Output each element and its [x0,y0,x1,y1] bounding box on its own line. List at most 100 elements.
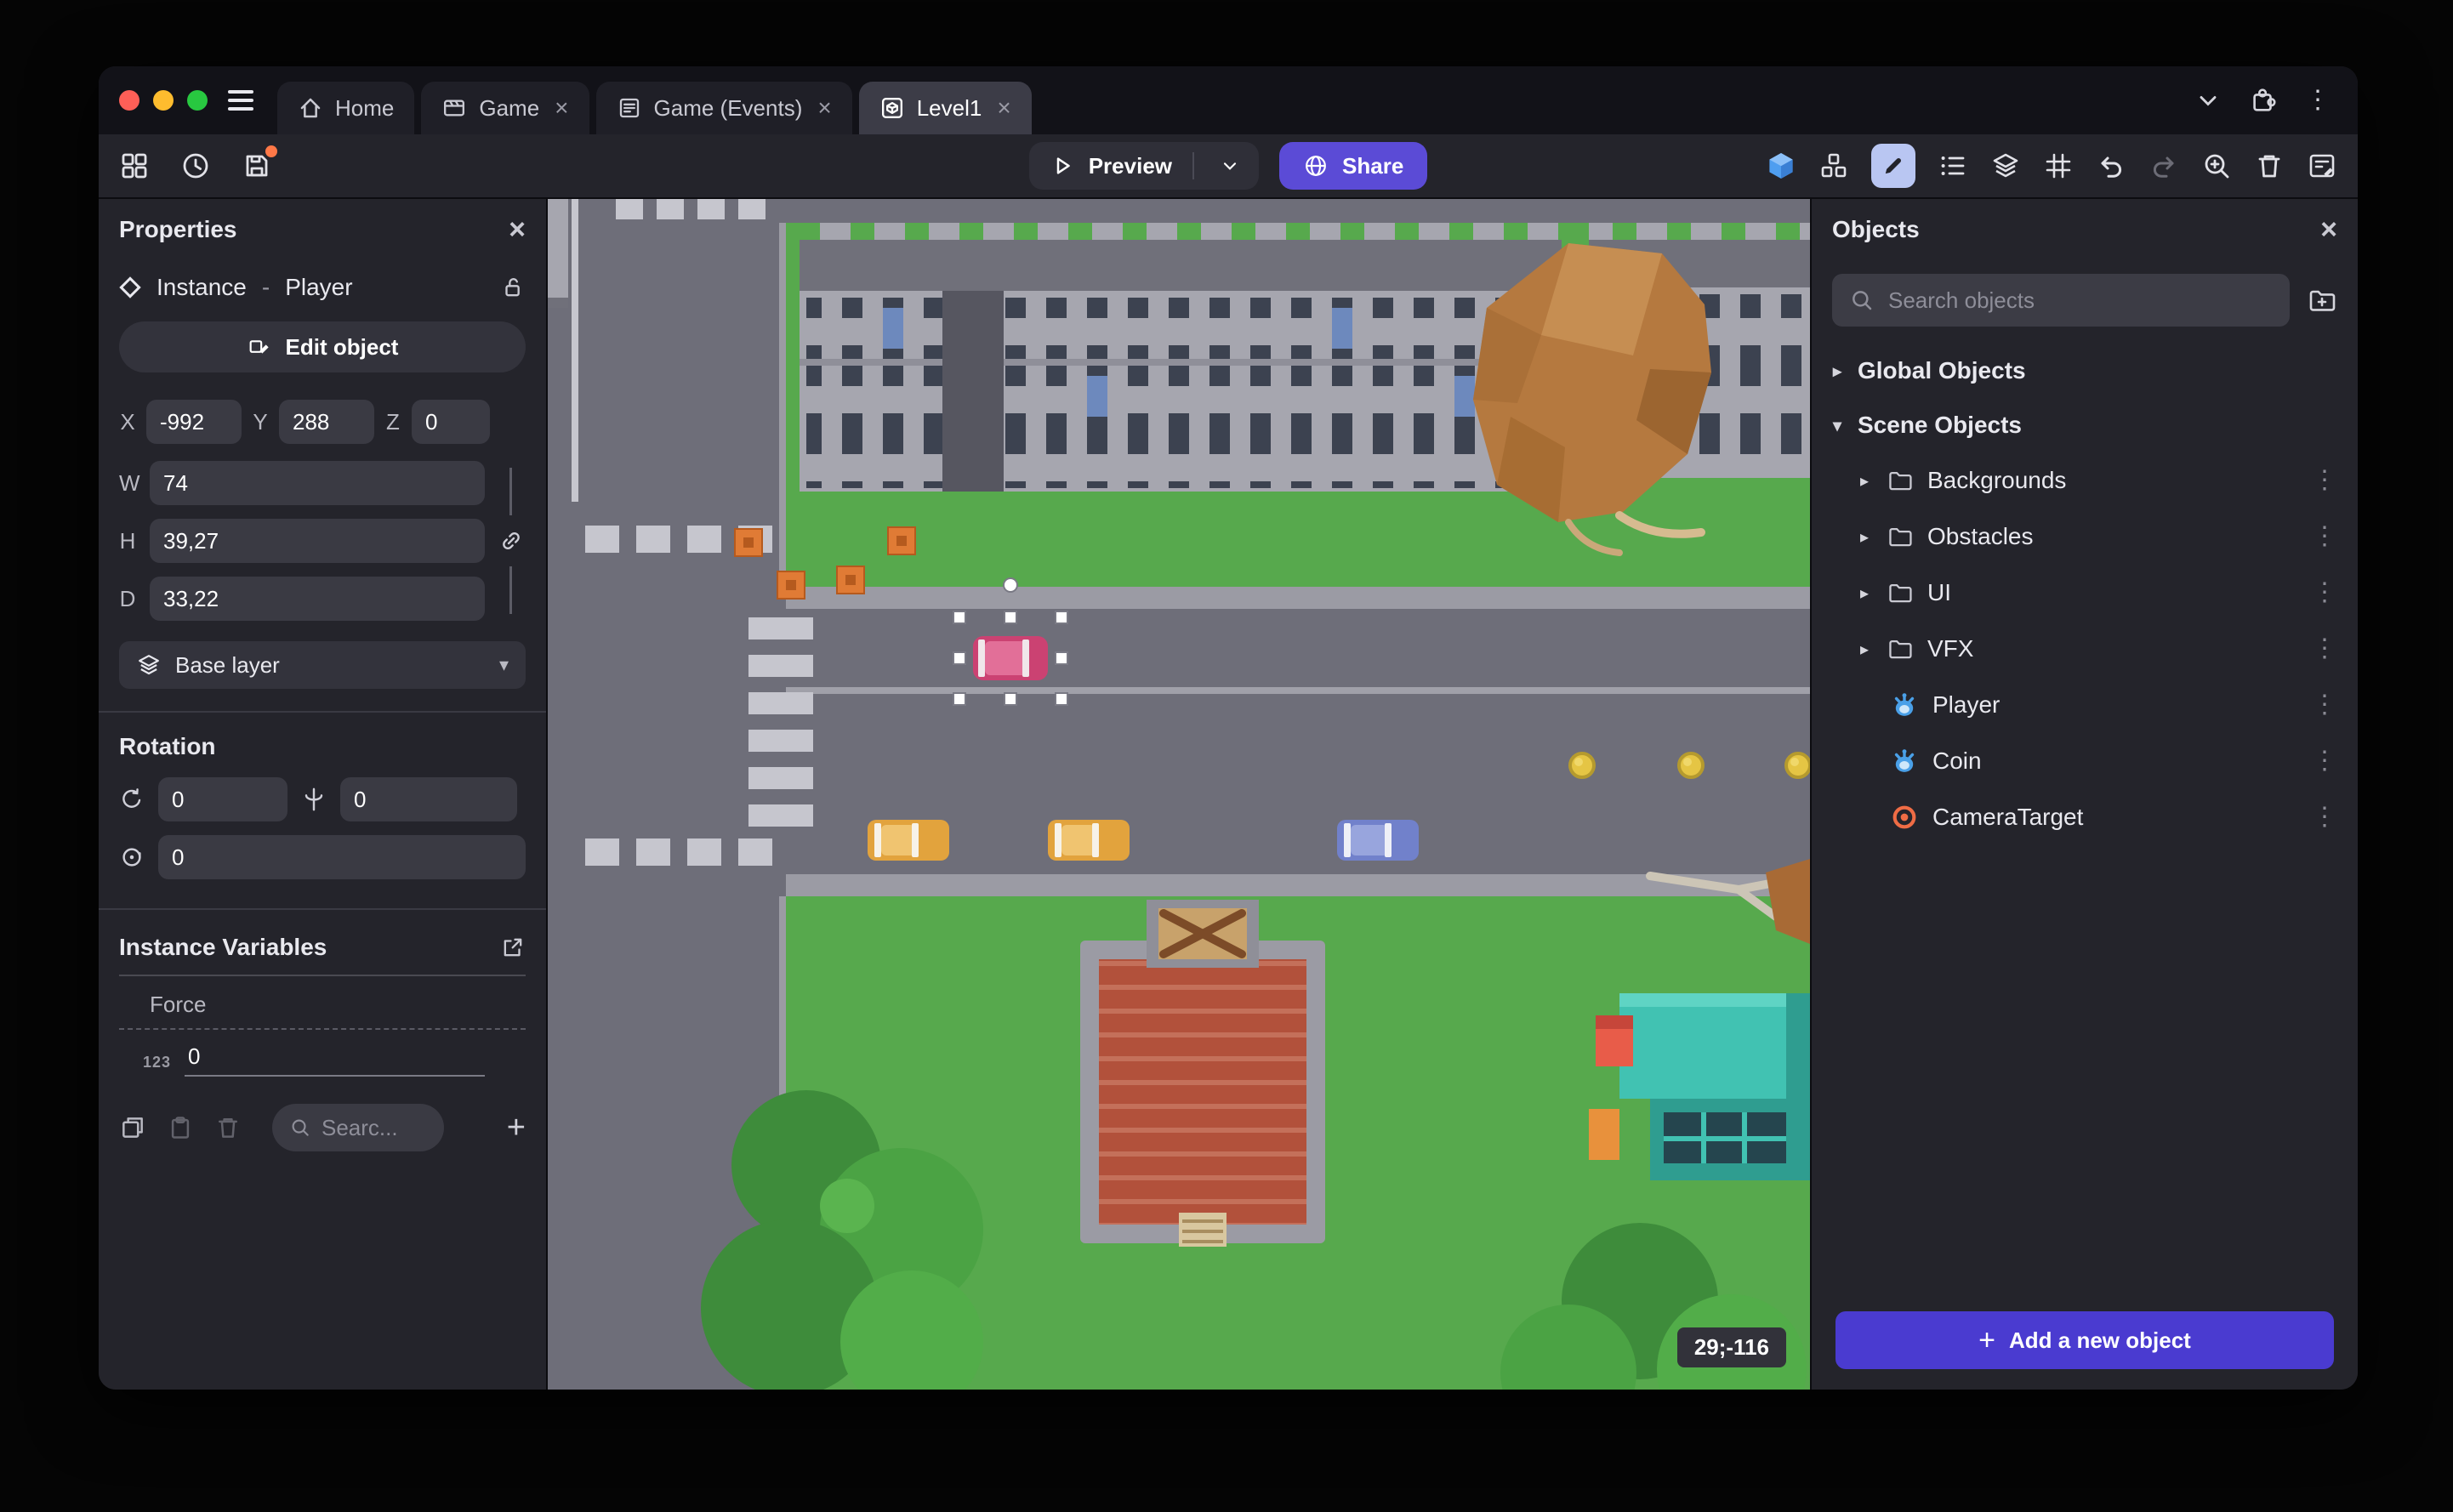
global-objects-group[interactable]: ▸ Global Objects [1812,344,2358,398]
rotation-y-input[interactable] [340,777,517,821]
instances-list-icon[interactable] [1818,151,1849,181]
variables-search-input[interactable] [322,1114,427,1141]
edit-object-label: Edit object [285,333,399,360]
scene-objects-label: Scene Objects [1858,412,2022,438]
global-objects-label: Global Objects [1858,357,2026,384]
preview-button[interactable]: Preview [1028,142,1260,190]
tab-close-button[interactable]: × [997,96,1010,120]
sprite-object-icon [1890,691,1919,719]
share-button[interactable]: Share [1279,142,1428,190]
close-window-button[interactable] [119,90,139,111]
window-chevron-down-icon[interactable] [2194,87,2222,114]
rotation-x-icon [119,787,145,812]
add-folder-button[interactable] [2307,285,2337,315]
rotation-z-input[interactable] [158,835,526,879]
close-properties-button[interactable]: × [509,215,526,244]
preview-options-button[interactable] [1208,156,1252,176]
y-input[interactable] [279,400,374,444]
save-button[interactable] [242,145,277,181]
layer-select[interactable]: Base layer ▾ [119,641,526,689]
desktop-background: Home Game × Game (Events) × Level1 × ⋮ P… [0,0,2453,1512]
height-input[interactable] [150,519,485,563]
folder-row-backgrounds[interactable]: ▸ Backgrounds ⋮ [1812,452,2358,509]
history-icon[interactable] [180,151,211,181]
row-menu-button[interactable]: ⋮ [2312,580,2337,605]
edit-object-button[interactable]: Edit object [119,321,526,372]
z-input[interactable] [412,400,490,444]
folder-row-vfx[interactable]: ▸ VFX ⋮ [1812,621,2358,677]
row-menu-button[interactable]: ⋮ [2312,468,2337,493]
scene-editor-canvas[interactable]: 29;-116 [548,199,1810,1390]
objects-search[interactable] [1832,274,2290,327]
player-car-instance[interactable] [973,636,1048,680]
variable-name[interactable]: Force [119,976,526,1030]
layers-small-icon [136,652,162,678]
row-menu-button[interactable]: ⋮ [2312,692,2337,718]
object-row-cameratarget[interactable]: CameraTarget ⋮ [1812,789,2358,845]
variables-search[interactable] [272,1104,444,1151]
chevron-down-icon: ▾ [1832,416,1842,435]
row-menu-button[interactable]: ⋮ [2312,804,2337,830]
add-new-object-button[interactable]: + Add a new object [1835,1311,2334,1369]
tab-home[interactable]: Home [277,82,415,134]
close-objects-button[interactable]: × [2320,215,2337,244]
width-input[interactable] [150,461,485,505]
tab-game[interactable]: Game × [421,82,589,134]
tab-game-events[interactable]: Game (Events) × [595,82,852,134]
grid-icon[interactable] [2043,151,2074,181]
fullscreen-window-button[interactable] [187,90,208,111]
depth-input[interactable] [150,577,485,621]
delete-icon[interactable] [2254,151,2285,181]
delete-variable-button[interactable] [214,1114,242,1141]
cursor-coordinates-badge: 29;-116 [1676,1327,1786,1367]
project-manager-icon[interactable] [119,151,150,181]
rotation-handle[interactable] [1003,577,1018,593]
edit-mode-button[interactable] [1871,144,1915,188]
copy-variable-button[interactable] [119,1114,146,1141]
object-row-coin[interactable]: Coin ⋮ [1812,733,2358,789]
tab-close-button[interactable]: × [817,96,831,120]
x-input[interactable] [146,400,242,444]
brick-tower-building[interactable] [1080,900,1325,1247]
layers-icon[interactable] [1990,151,2021,181]
titlebar: Home Game × Game (Events) × Level1 × ⋮ [99,66,2358,134]
extensions-icon[interactable] [2249,86,2278,115]
paste-variable-button[interactable] [167,1114,194,1141]
blue-car[interactable] [1337,820,1419,861]
zoom-icon[interactable] [2201,151,2232,181]
tab-close-button[interactable]: × [555,96,568,120]
row-menu-button[interactable]: ⋮ [2312,636,2337,662]
row-menu-button[interactable]: ⋮ [2312,748,2337,774]
paste-icon [167,1114,194,1141]
rotation-x-input[interactable] [158,777,287,821]
tab-level1[interactable]: Level1 × [858,82,1032,134]
window-more-menu[interactable]: ⋮ [2305,88,2331,113]
lock-instance-button[interactable] [500,275,526,300]
objects-search-input[interactable] [1888,287,2273,314]
properties-title: Properties [119,216,237,242]
row-menu-button[interactable]: ⋮ [2312,524,2337,549]
folder-row-ui[interactable]: ▸ UI ⋮ [1812,565,2358,621]
minimize-window-button[interactable] [153,90,174,111]
open-variables-editor-button[interactable] [500,935,526,960]
tab-label: Game (Events) [653,94,803,121]
scene-objects-group[interactable]: ▾ Scene Objects [1812,398,2358,452]
toolbar: Preview Share [99,134,2358,199]
scene-render[interactable] [548,199,1810,1390]
properties-list-icon[interactable] [1938,151,1968,181]
undo-icon[interactable] [2096,151,2126,181]
variables-toolbar: + [99,1077,546,1179]
share-label: Share [1342,152,1404,179]
redo-icon[interactable] [2149,151,2179,181]
variable-value[interactable]: 0 [185,1043,485,1077]
objects-panel: Objects × ▸ Global Objects [1810,199,2358,1390]
3d-view-icon[interactable] [1766,151,1796,181]
scene-editor-settings-icon[interactable] [2307,151,2337,181]
objects-header: Objects × [1812,199,2358,260]
lock-aspect-ratio-button[interactable] [498,528,524,554]
search-icon [1849,287,1875,313]
object-row-player[interactable]: Player ⋮ [1812,677,2358,733]
folder-row-obstacles[interactable]: ▸ Obstacles ⋮ [1812,509,2358,565]
add-variable-button[interactable]: + [507,1111,526,1144]
main-menu-button[interactable] [228,90,253,111]
